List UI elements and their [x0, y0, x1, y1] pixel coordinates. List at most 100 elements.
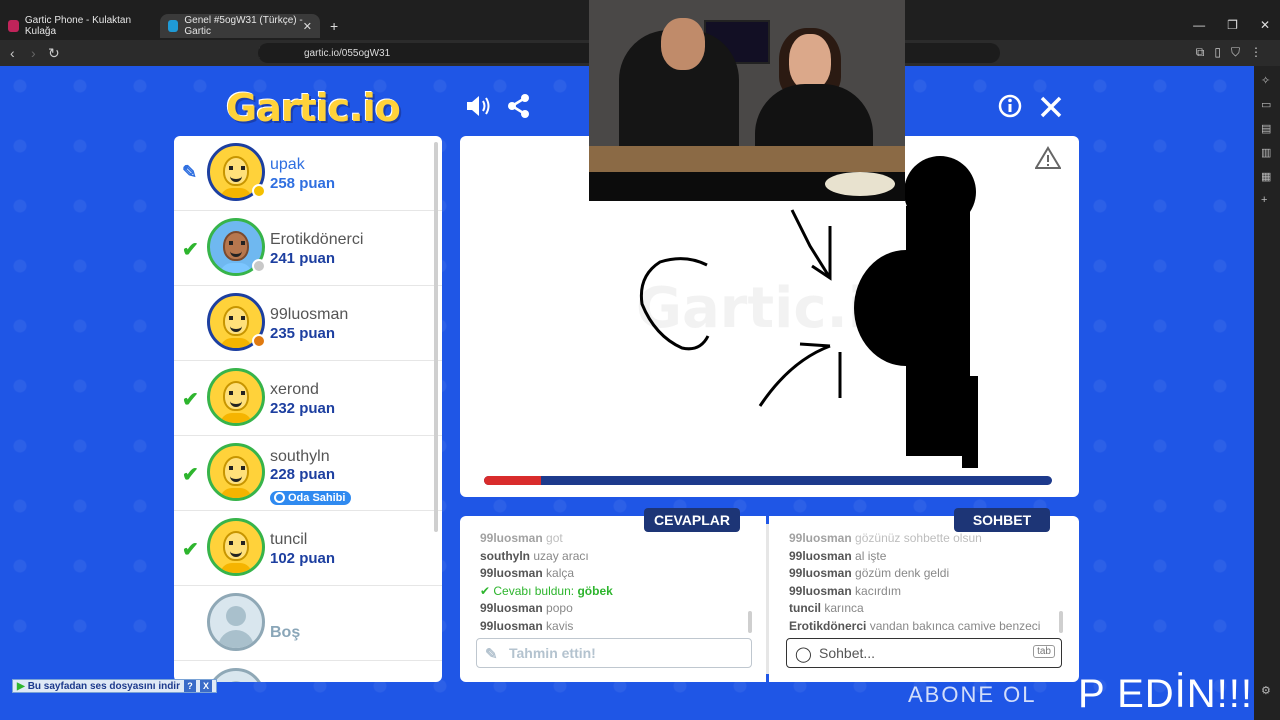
chat-message: 99luosman al işte [789, 548, 1049, 566]
player-row[interactable]: 99luosman 235 puan [174, 286, 442, 361]
round-timer-fill [484, 476, 541, 485]
share-icon[interactable] [508, 94, 530, 125]
player-row[interactable]: ✎ upak 258 puan [174, 136, 442, 211]
chat-scrollbar[interactable] [1059, 611, 1063, 633]
close-tab-icon[interactable]: ✕ [303, 20, 312, 33]
answers-panel: 99luosman got southyln uzay aracı 99luosma… [460, 516, 766, 682]
player-row[interactable]: ✔ Erotikdönerci 241 puan [174, 211, 442, 286]
chat-input[interactable]: ◯ Sohbet... tab [786, 638, 1062, 668]
message-text: al işte [855, 548, 887, 563]
overlay-caption-small: ABONE OL [908, 682, 1037, 707]
sidebar-settings-icon[interactable]: ⚙ [1261, 684, 1271, 697]
sidebar-media-icon[interactable]: ▭ [1261, 98, 1271, 111]
message-user: tuncil [789, 601, 821, 615]
message-text: popo [546, 601, 573, 615]
sidebar-bookmarks-icon[interactable]: ▥ [1261, 146, 1271, 159]
new-tab-button[interactable]: + [330, 18, 338, 34]
message-text: got [546, 531, 563, 545]
help-button[interactable]: ? [183, 680, 196, 692]
player-score: 102 puan [270, 550, 336, 567]
close-window-icon[interactable]: ✕ [1260, 18, 1270, 32]
sidebar-pin-icon[interactable]: ✧ [1261, 74, 1270, 87]
tab-title: Gartic Phone - Kulaktan Kulağa [24, 15, 132, 37]
correct-answer: göbek [577, 583, 613, 598]
sound-icon[interactable] [465, 94, 491, 125]
message-user: 99luosman [789, 548, 852, 563]
reload-icon[interactable]: ↻ [48, 45, 60, 62]
message-text: kavis [546, 618, 574, 631]
chat-panel: 99luosman gözünüz sohbette olsun 99luosma… [769, 516, 1079, 682]
check-icon: ✔ [182, 464, 199, 486]
avatar [207, 368, 265, 426]
player-name: upak [270, 156, 305, 173]
avatar [207, 443, 265, 501]
chat-message: Erotikdönerci yandan bakınca camiye benz… [789, 618, 1049, 631]
message-text: gözünüz sohbette olsun [855, 531, 982, 545]
audio-download-bar[interactable]: ▶ Bu sayfadan ses dosyasını indir ? X [12, 679, 217, 693]
player-score: 241 puan [270, 250, 336, 267]
message-user: 99luosman [480, 531, 543, 545]
chat-message: ✔ Cevabı buldun: göbek [480, 583, 740, 601]
player-name: tuncil [270, 531, 308, 548]
player-name: Boş [270, 624, 301, 641]
sidebar-add-icon[interactable]: + [1261, 194, 1267, 206]
close-game-icon[interactable] [1040, 94, 1062, 125]
chat-message: tuncil karınca [789, 600, 1049, 618]
sidebar-reading-icon[interactable]: ▦ [1261, 170, 1271, 183]
webcam-overlay [589, 0, 905, 201]
sidepanel-icon[interactable]: ▯ [1214, 45, 1221, 60]
message-text: gözüm denk geldi [855, 566, 950, 580]
players-list: ✎ upak 258 puan ✔ Erotikdönerci 241 puan… [174, 136, 442, 682]
chat-placeholder: Sohbet... [819, 645, 876, 661]
browser-sidebar: ✧ ▭ ▤ ▥ ▦ + ⚙ [1254, 66, 1280, 720]
chat-message: 99luosman gözüm denk geldi [789, 565, 1049, 583]
player-row[interactable]: ✔ southyln 228 puan Oda Sahibi [174, 436, 442, 511]
close-download-button[interactable]: X [199, 680, 212, 692]
player-name: southyln [270, 448, 330, 465]
menu-icon[interactable]: ⋮ [1250, 45, 1262, 60]
chat-message: 99luosman popo [480, 600, 740, 618]
player-score: 232 puan [270, 400, 336, 417]
download-label: Bu sayfadan ses dosyasını indir [27, 680, 180, 692]
back-icon[interactable]: ‹ [10, 45, 15, 61]
players-scrollbar[interactable] [434, 142, 438, 532]
guess-input[interactable]: ✎ Tahmin ettin! [476, 638, 752, 668]
minimize-icon[interactable]: — [1193, 18, 1205, 32]
room-owner-badge: Oda Sahibi [270, 491, 352, 505]
url-text: gartic.io/055ogW31 [304, 47, 391, 59]
gartic-phone-favicon-icon [8, 20, 19, 32]
player-name: xerond [270, 381, 319, 398]
tab-answers[interactable]: CEVAPLAR [644, 508, 740, 532]
shield-icon[interactable]: ⛉ [1231, 45, 1240, 60]
restore-icon[interactable]: ❐ [1227, 18, 1238, 32]
message-user: southyln [480, 548, 530, 563]
overlay-caption: P EDİN!!! [1078, 672, 1253, 716]
tab-gartic-io[interactable]: Genel #5ogW31 (Türkçe) - Gartic ✕ [160, 14, 320, 38]
empty-avatar-icon [207, 593, 265, 651]
message-text: kalça [546, 566, 575, 580]
player-score: 235 puan [270, 325, 336, 342]
tab-gartic-phone[interactable]: Gartic Phone - Kulaktan Kulağa [0, 14, 160, 38]
report-warning-icon[interactable] [1034, 146, 1062, 170]
round-timer-bar [484, 476, 1052, 485]
message-user: 99luosman [789, 531, 852, 545]
message-text: yandan bakınca camiye benzeci [869, 618, 1041, 631]
forward-icon[interactable]: › [31, 45, 36, 61]
player-row[interactable]: ✔ xerond 232 puan [174, 361, 442, 436]
player-status-dot [252, 184, 266, 198]
extensions-icon[interactable]: ⧉ [1196, 45, 1205, 60]
check-icon: ✔ [480, 583, 494, 598]
message-user: Erotikdönerci [789, 618, 867, 631]
gartic-io-favicon-icon [168, 20, 179, 32]
chat-message: 99luosman gözünüz sohbette olsun [789, 530, 1049, 548]
tab-key-hint: tab [1033, 645, 1055, 658]
sidebar-wallet-icon[interactable]: ▤ [1261, 122, 1271, 135]
chat-message: southyln uzay aracı [480, 548, 740, 566]
player-row[interactable]: ✔ tuncil 102 puan [174, 511, 442, 586]
info-icon[interactable] [998, 94, 1022, 125]
tab-chat[interactable]: SOHBET [954, 508, 1050, 532]
chat-messages: 99luosman gözünüz sohbette olsun 99luosma… [789, 530, 1049, 630]
answers-scrollbar[interactable] [748, 611, 752, 633]
chat-message: 99luosman kavis [480, 618, 740, 631]
owner-icon [274, 492, 285, 503]
